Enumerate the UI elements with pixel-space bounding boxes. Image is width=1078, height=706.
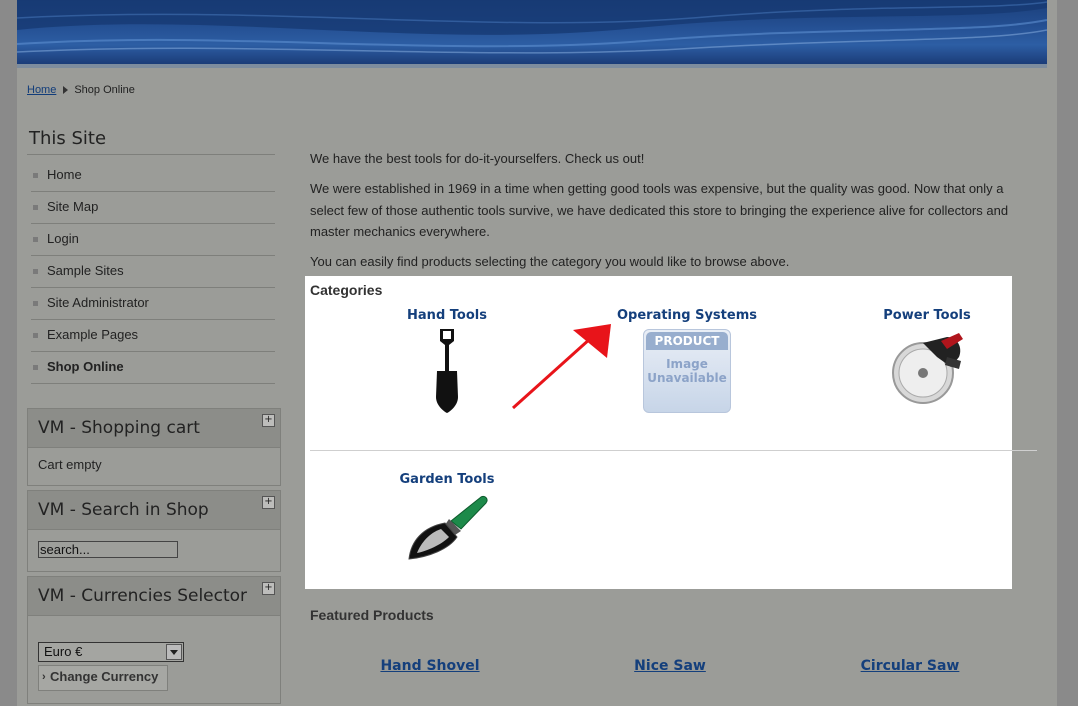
shovel-icon xyxy=(436,329,458,413)
featured-product-hand-shovel[interactable]: Hand Shovel xyxy=(330,658,530,674)
search-input[interactable]: search... xyxy=(38,541,178,558)
site-menu-divider xyxy=(27,154,275,155)
banner-divider xyxy=(17,64,1047,68)
product-image-unavailable: PRODUCT Image Unavailable xyxy=(643,329,731,413)
site-menu-title: This Site xyxy=(29,128,107,149)
shopping-cart-module: VM - Shopping cart + Cart empty xyxy=(27,408,281,486)
featured-product-circular-saw[interactable]: Circular Saw xyxy=(810,658,1010,674)
trowel-icon xyxy=(408,496,488,560)
chevron-right-icon: › xyxy=(42,671,46,683)
menu-item-home[interactable]: Home xyxy=(31,160,275,192)
module-title: VM - Shopping cart xyxy=(38,418,200,438)
featured-products-title: Featured Products xyxy=(310,607,434,623)
menu-item-sample-sites[interactable]: Sample Sites xyxy=(31,256,275,288)
module-title: VM - Search in Shop xyxy=(38,500,209,520)
menu-item-shop-online[interactable]: Shop Online xyxy=(31,352,275,384)
site-menu: Home Site Map Login Sample Sites Site Ad… xyxy=(31,160,275,384)
bullet-icon xyxy=(33,333,38,338)
expand-toggle-icon[interactable]: + xyxy=(262,582,275,595)
menu-item-site-administrator[interactable]: Site Administrator xyxy=(31,288,275,320)
categories-title: Categories xyxy=(310,282,383,298)
chevron-down-icon[interactable] xyxy=(166,644,182,660)
currency-select-value: Euro € xyxy=(44,644,83,659)
bullet-icon xyxy=(33,301,38,306)
annotation-arrow xyxy=(511,324,611,410)
bullet-icon xyxy=(33,269,38,274)
module-header: VM - Currencies Selector + xyxy=(28,577,280,616)
page-edge xyxy=(1057,0,1078,706)
featured-product-nice-saw[interactable]: Nice Saw xyxy=(570,658,770,674)
bullet-icon xyxy=(33,205,38,210)
history-text: We were established in 1969 in a time wh… xyxy=(310,181,1009,239)
change-currency-label: Change Currency xyxy=(50,669,159,684)
change-currency-button[interactable]: › Change Currency xyxy=(38,665,168,691)
categories-row-divider xyxy=(310,450,1037,451)
menu-item-site-map[interactable]: Site Map xyxy=(31,192,275,224)
expand-toggle-icon[interactable]: + xyxy=(262,414,275,427)
bullet-icon xyxy=(33,237,38,242)
menu-item-example-pages[interactable]: Example Pages xyxy=(31,320,275,352)
category-power-tools[interactable]: Power Tools xyxy=(807,308,1047,407)
browse-hint-text: You can easily find products selecting t… xyxy=(310,254,790,269)
category-name: Power Tools xyxy=(883,308,971,323)
breadcrumb: Home Shop Online xyxy=(27,84,135,96)
module-header: VM - Search in Shop + xyxy=(28,491,280,530)
module-header: VM - Shopping cart + xyxy=(28,409,280,448)
placeholder-band: PRODUCT xyxy=(646,332,728,350)
banner-wave-graphic xyxy=(17,0,1047,54)
breadcrumb-home-link[interactable]: Home xyxy=(27,84,56,96)
search-module: VM - Search in Shop + search... xyxy=(27,490,281,572)
breadcrumb-arrow-icon xyxy=(63,86,69,95)
page-container: Home Shop Online This Site Home Site Map … xyxy=(17,0,1057,706)
placeholder-text: Image Unavailable xyxy=(647,357,727,385)
cart-status: Cart empty xyxy=(38,457,102,472)
header-banner xyxy=(17,0,1047,64)
currency-select[interactable]: Euro € xyxy=(38,642,184,662)
menu-item-login[interactable]: Login xyxy=(31,224,275,256)
breadcrumb-current: Shop Online xyxy=(74,84,135,96)
module-title: VM - Currencies Selector xyxy=(38,586,248,606)
expand-toggle-icon[interactable]: + xyxy=(262,496,275,509)
bullet-icon xyxy=(33,173,38,178)
category-garden-tools[interactable]: Garden Tools xyxy=(327,472,567,561)
currency-selector-module: VM - Currencies Selector + Euro € › Chan… xyxy=(27,576,281,704)
bullet-icon xyxy=(33,365,38,370)
category-name: Garden Tools xyxy=(399,472,495,487)
circular-saw-icon xyxy=(892,333,963,404)
categories-panel: Categories Hand Tools Operating Systems … xyxy=(305,276,1037,589)
intro-text: We have the best tools for do-it-yoursel… xyxy=(310,151,645,166)
